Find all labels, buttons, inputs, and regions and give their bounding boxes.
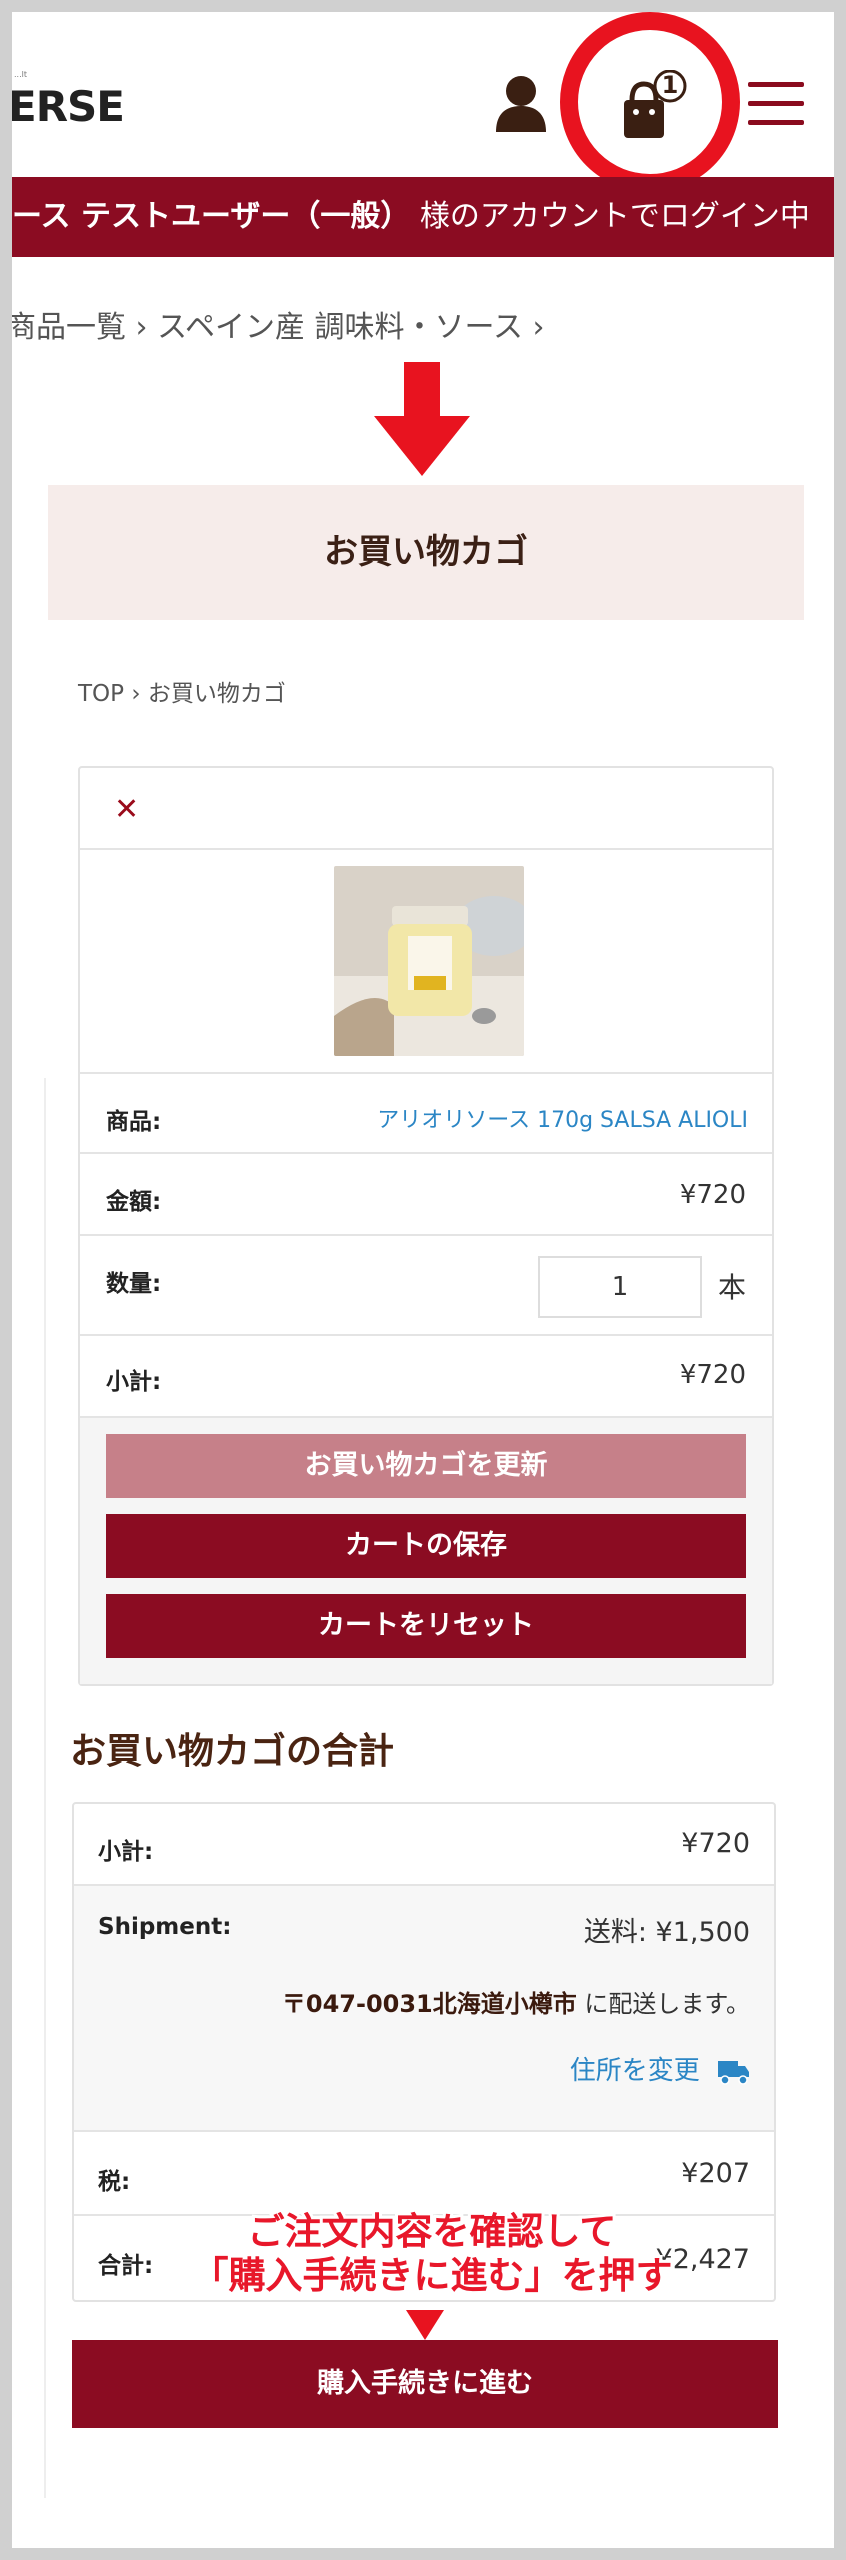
save-cart-button[interactable]: カートの保存 [106,1514,746,1578]
annotation-line-1: ご注文内容を確認して [245,2207,620,2256]
price-label: 金額: [106,1189,162,1215]
totals-subtotal-value: ¥720 [681,1828,750,1859]
totals-subtotal-label: 小計: [98,1839,154,1865]
update-cart-button[interactable]: お買い物カゴを更新 [106,1434,746,1498]
annotation-pointer-icon [406,2310,444,2340]
highlight-circle [560,12,740,192]
quantity-input[interactable] [538,1256,702,1318]
cart-actions: お買い物カゴを更新 カートの保存 カートをリセット [80,1418,772,1684]
change-address-label: 住所を変更 [569,2056,700,2086]
shipping-address: 〒047-0031北海道小樽市 に配送します。 [282,1984,750,2019]
product-name-link[interactable]: アリオリソース 170g SALSA ALIOLI [377,1102,748,1134]
divider [80,1234,772,1236]
cart-item-card: ✕ 商品: アリオリソース 170g SALSA ALIOLI 金額: ¥720… [78,766,774,1686]
annotation-arrow-down-icon [374,362,470,476]
instruction-annotation: ご注文内容を確認して 「購入手続きに進む」を押す [132,2207,732,2300]
login-status-text: 様のアカウントでログイン中 [410,199,810,234]
user-icon[interactable] [494,74,548,134]
divider [80,1334,772,1336]
reset-cart-button[interactable]: カートをリセット [106,1594,746,1658]
page-title-band: お買い物カゴ [48,485,804,620]
login-banner: ース テストユーザー（一般） 様のアカウントでログイン中 [12,177,834,257]
divider [74,2130,774,2132]
page: ...lt ERSE 1 ース テストユーザー（一般） 様のアカウントでログイン… [12,12,834,2548]
subtotal-label: 小計: [106,1369,162,1395]
breadcrumb-category[interactable]: 商品一覧 › スペイン産 調味料・ソース › [12,302,545,346]
change-address-link[interactable]: 住所を変更 [570,2050,750,2087]
login-user-name: ース テストユーザー（一般） [12,199,411,234]
annotation-line-2: 「購入手続きに進む」を押す [189,2251,676,2300]
divider [80,1152,772,1154]
close-icon[interactable]: ✕ [114,792,139,827]
quantity-unit: 本 [718,1271,747,1304]
shipping-address-text: 〒047-0031北海道小樽市 [281,1990,577,2018]
divider [80,848,772,850]
page-title: お買い物カゴ [324,532,528,572]
price-value: ¥720 [679,1180,746,1210]
proceed-to-checkout-button[interactable]: 購入手続きに進む [72,2340,778,2428]
breadcrumb[interactable]: TOP › お買い物カゴ [78,674,286,708]
site-logo[interactable]: ERSE [12,82,125,131]
logo-superscript: ...lt [14,70,27,79]
cart-totals-title: お買い物カゴの合計 [70,1731,395,1772]
shipment-value: 送料: ¥1,500 [583,1917,750,1948]
shipment-label: Shipment: [98,1914,232,1940]
site-header: ...lt ERSE 1 [12,12,834,192]
divider [80,1072,772,1074]
subtotal-value: ¥720 [679,1360,746,1390]
hamburger-menu-icon[interactable] [748,82,804,128]
tax-label: 税: [98,2169,131,2195]
divider [44,1078,46,2498]
product-image[interactable] [334,866,524,1056]
tax-value: ¥207 [681,2158,750,2189]
quantity-label: 数量: [106,1271,162,1297]
truck-icon [718,2060,749,2085]
shipping-address-suffix: に配送します。 [576,1990,750,2018]
product-label: 商品: [106,1109,162,1135]
divider [74,1884,774,1886]
